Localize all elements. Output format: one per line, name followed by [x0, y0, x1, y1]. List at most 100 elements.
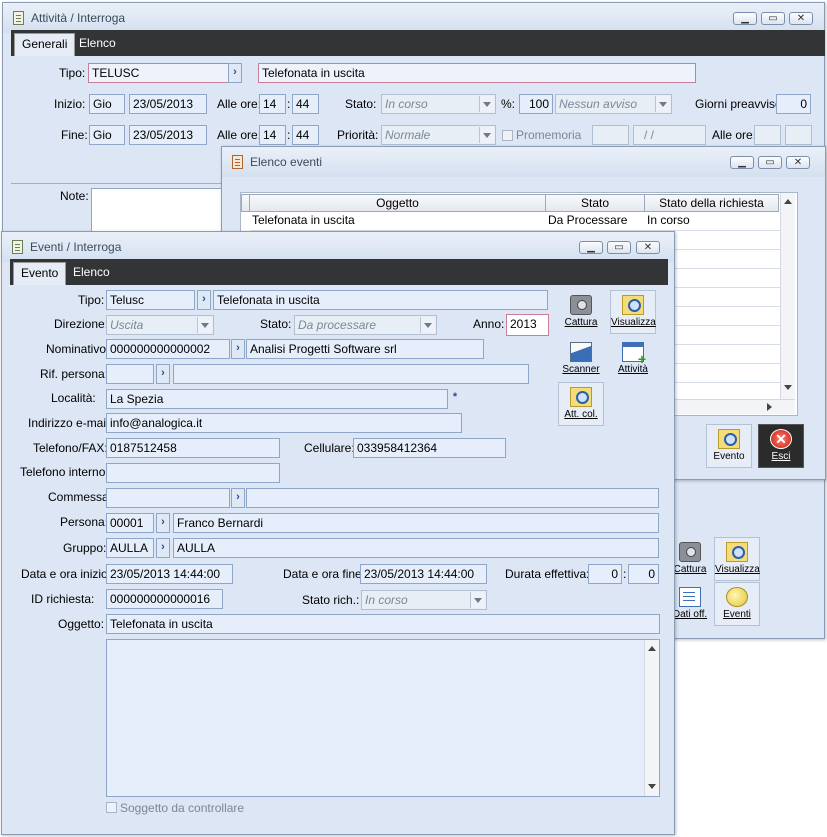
scroll-down-icon[interactable]	[784, 385, 792, 390]
evento-button[interactable]: Evento	[706, 424, 752, 468]
scanner-button[interactable]: Scanner	[558, 337, 604, 381]
inizio-minute-field[interactable]: 44	[292, 94, 319, 114]
vertical-scrollbar[interactable]	[780, 193, 795, 399]
tab-elenco[interactable]: Elenco	[72, 33, 123, 56]
scroll-down-icon[interactable]	[648, 784, 656, 789]
data-inizio-field[interactable]: 23/05/2013 14:44:00	[106, 564, 233, 584]
persona-code-field[interactable]: 00001	[106, 513, 154, 533]
avviso-select[interactable]: Nessun avviso	[555, 94, 672, 114]
zoom-button[interactable]: ›	[231, 339, 245, 359]
maximize-button[interactable]: ▭	[758, 156, 782, 169]
minimize-button[interactable]: ▁	[579, 241, 603, 254]
fine-day-field[interactable]: Gio	[89, 125, 125, 145]
telefono-field[interactable]: 0187512458	[106, 438, 280, 458]
tab-evento[interactable]: Evento	[13, 262, 67, 285]
fine-hour-field[interactable]: 14	[259, 125, 286, 145]
attivita-titlebar[interactable]	[3, 3, 824, 33]
minimize-button[interactable]: ▁	[733, 12, 757, 25]
stato-select[interactable]: In corso	[381, 94, 496, 114]
row-oggetto-cell[interactable]: Telefonata in uscita	[250, 212, 546, 231]
bg-eventi-button[interactable]: Eventi	[714, 582, 760, 626]
tipo-label: Tipo:	[78, 293, 105, 307]
giorni-field[interactable]: 0	[776, 94, 811, 114]
durata-hours-field[interactable]: 0	[588, 564, 622, 584]
chevron-down-icon[interactable]	[197, 317, 212, 333]
chevron-down-icon[interactable]	[655, 96, 670, 112]
zoom-button[interactable]: ›	[156, 538, 170, 558]
data-fine-field[interactable]: 23/05/2013 14:44:00	[360, 564, 487, 584]
fine-minute-field[interactable]: 44	[292, 125, 319, 145]
close-button[interactable]: ✕	[789, 12, 813, 25]
close-button[interactable]: ✕	[786, 156, 810, 169]
zoom-button[interactable]: ›	[156, 513, 170, 533]
cellulare-field[interactable]: 033958412364	[353, 438, 506, 458]
column-header-oggetto[interactable]: Oggetto	[249, 194, 546, 212]
attivita-button[interactable]: Attività	[610, 337, 656, 381]
column-header-stato-richiesta[interactable]: Stato della richiesta	[644, 194, 779, 212]
chevron-down-icon[interactable]	[420, 317, 435, 333]
att-col-button[interactable]: Att. col.	[558, 382, 604, 426]
bg-visualizza-button[interactable]: Visualizza	[714, 537, 760, 581]
direzione-select[interactable]: Uscita	[106, 315, 214, 335]
tipo-desc-field[interactable]: Telefonata in uscita	[213, 290, 548, 310]
promemoria-day-field[interactable]	[592, 125, 629, 145]
visualizza-button[interactable]: Visualizza	[610, 290, 656, 334]
esci-button[interactable]: ✕ Esci	[758, 424, 804, 468]
nominativo-desc-field[interactable]: Analisi Progetti Software srl	[246, 339, 484, 359]
zoom-button[interactable]: ›	[228, 63, 242, 83]
minimize-button[interactable]: ▁	[730, 156, 754, 169]
scroll-up-icon[interactable]	[648, 646, 656, 651]
tipo-desc-field[interactable]: Telefonata in uscita	[258, 63, 696, 83]
oggetto-field[interactable]: Telefonata in uscita	[106, 614, 660, 634]
row-stato-cell[interactable]: Da Processare	[546, 212, 645, 231]
scroll-up-icon[interactable]	[784, 199, 792, 204]
stato-select[interactable]: Da processare	[294, 315, 437, 335]
chevron-down-icon[interactable]	[470, 592, 485, 608]
nominativo-code-field[interactable]: 000000000000002	[106, 339, 230, 359]
anno-field[interactable]: 2013	[506, 314, 549, 336]
localita-field[interactable]: La Spezia	[106, 389, 448, 409]
promemoria-checkbox[interactable]	[502, 130, 513, 141]
note-textarea[interactable]	[106, 639, 660, 797]
tipo-code-field[interactable]: TELUSC	[88, 63, 229, 83]
inizio-hour-field[interactable]: 14	[259, 94, 286, 114]
commessa-code-field[interactable]	[106, 488, 230, 508]
rif-persona-code-field[interactable]	[106, 364, 154, 384]
promemoria-minute-field[interactable]	[785, 125, 812, 145]
zoom-button[interactable]: ›	[197, 290, 211, 310]
zoom-button[interactable]: ›	[231, 488, 245, 508]
soggetto-checkbox[interactable]	[106, 802, 117, 813]
tab-elenco[interactable]: Elenco	[66, 262, 117, 285]
row-richiesta-cell[interactable]: In corso	[645, 212, 780, 231]
persona-name-field[interactable]: Franco Bernardi	[173, 513, 659, 533]
percent-field[interactable]: 100	[519, 94, 553, 114]
inizio-day-field[interactable]: Gio	[89, 94, 125, 114]
maximize-button[interactable]: ▭	[761, 12, 785, 25]
close-button[interactable]: ✕	[636, 241, 660, 254]
durata-minutes-field[interactable]: 0	[628, 564, 659, 584]
rif-persona-desc-field[interactable]	[173, 364, 529, 384]
tipo-code-field[interactable]: Telusc	[106, 290, 195, 310]
commessa-desc-field[interactable]	[246, 488, 659, 508]
inizio-date-field[interactable]: 23/05/2013	[129, 94, 207, 114]
stato-richiesta-select[interactable]: In corso	[361, 590, 487, 610]
chevron-down-icon[interactable]	[479, 96, 494, 112]
column-header-stato[interactable]: Stato	[545, 194, 645, 212]
priorita-select[interactable]: Normale	[381, 125, 496, 145]
fine-date-field[interactable]: 23/05/2013	[129, 125, 207, 145]
id-richiesta-field[interactable]: 000000000000016	[106, 589, 223, 609]
interno-field[interactable]	[106, 463, 280, 483]
zoom-button[interactable]: ›	[156, 364, 170, 384]
gruppo-desc-field[interactable]: AULLA	[173, 538, 659, 558]
vertical-scrollbar[interactable]	[644, 640, 659, 796]
promemoria-hour-field[interactable]	[754, 125, 781, 145]
chevron-down-icon[interactable]	[479, 127, 494, 143]
cattura-button[interactable]: Cattura	[558, 290, 604, 334]
scroll-right-icon[interactable]	[767, 403, 772, 411]
maximize-button[interactable]: ▭	[607, 241, 631, 254]
email-field[interactable]: info@analogica.it	[106, 413, 462, 433]
gruppo-code-field[interactable]: AULLA	[106, 538, 154, 558]
promemoria-date-field[interactable]: / /	[633, 125, 706, 145]
localita-zoom-button[interactable]: *	[448, 389, 462, 409]
tab-generali[interactable]: Generali	[14, 33, 76, 56]
